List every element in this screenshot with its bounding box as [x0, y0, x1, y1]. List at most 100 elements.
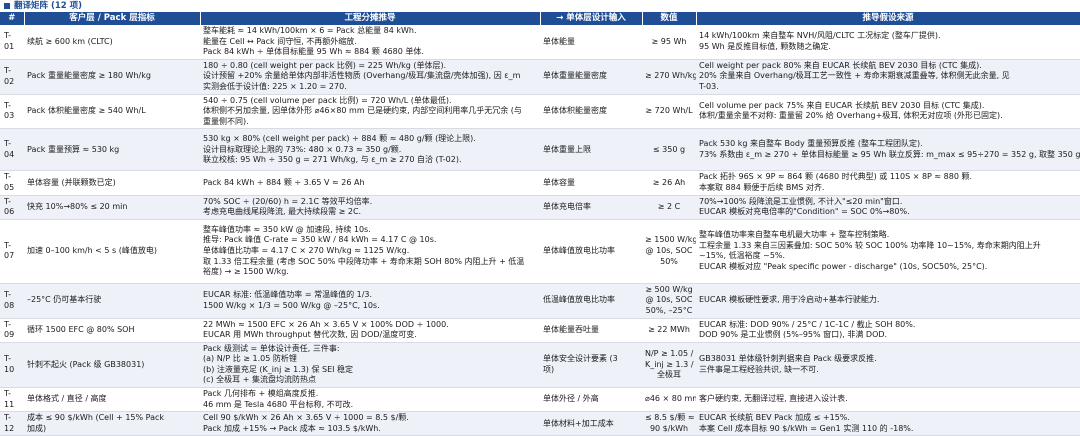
target-cell: 加速 0–100 km/h < 5 s (峰值放电): [24, 219, 200, 284]
derivation-cell: Pack 几何排布 + 模组高度反推. 46 mm 是 Tesla 4680 平台…: [200, 387, 540, 413]
row-id-cell: T-08: [0, 283, 24, 319]
derivation-cell-line: Pack 84 kWh ÷ 单体目标能量 95 Wh ≈ 884 颗 4680 …: [203, 47, 424, 57]
value-cell: N/P ≥ 1.05 /K_inj ≥ 1.3 /全极耳: [642, 342, 696, 389]
derivation-cell: 180 ÷ 0.80 (cell weight per pack 比例) = 2…: [200, 59, 540, 95]
target-cell-line: 成本 ≤ 90 $/kWh (Cell + 15% Pack: [27, 413, 165, 423]
derivation-cell-line: 联立校核: 95 Wh ÷ 350 g = 271 Wh/kg, 与 ε_m ≥…: [203, 155, 462, 165]
cell-input-cell-line: 项): [543, 364, 555, 374]
row-id-cell: T-05: [0, 170, 24, 196]
source-cell-line: EUCAR 模板硬性要求, 用于冷启动+基本行驶能力.: [699, 295, 880, 305]
derivation-cell-line: 重量侧不同).: [203, 116, 249, 126]
source-cell-line: 客户硬约束, 无翻译过程, 直接进入设计表.: [699, 394, 848, 404]
derivation-cell: Pack 级测试 = 单体设计责任, 三件事: (a) N/P 比 ≥ 1.05 …: [200, 342, 540, 389]
value-cell: ≥ 500 W/kg @ 10s, SOC 50%, –25°C: [642, 283, 696, 319]
derivation-cell-line: EUCAR 标准: 低温峰值功率 = 常温峰值的 1/3.: [203, 290, 373, 300]
source-cell-line: 70%→100% 段降流是工业惯例, 不计入"≤20 min"窗口.: [699, 196, 903, 206]
value-cell-line: ⌀46 × 80 mm: [645, 394, 696, 404]
translation-matrix-table: # 客户层 / Pack 层指标 工程分摊推导 → 单体层设计输入 数值 推导假…: [0, 12, 1080, 436]
value-cell-line: ≥ 95 Wh: [651, 36, 687, 46]
derivation-cell-line: Cell 90 $/kWh × 26 Ah × 3.65 V ÷ 1000 = …: [203, 413, 409, 423]
cell-input-cell: 单体重量上限: [540, 128, 642, 172]
derivation-cell-line: (b) 注液量充足 (K_inj ≥ 1.3) 保 SEI 稳定: [203, 364, 354, 374]
target-cell: 单体容量 (并联颗数已定): [24, 170, 200, 196]
cell-input-cell-line: 单体容量: [543, 177, 575, 187]
derivation-cell-line: EUCAR 用 MWh throughput 替代次数, 因 DOD/温度可变.: [203, 330, 417, 340]
value-cell-line: ≤ 8.5 $/颗 ≈: [645, 413, 695, 423]
derivation-cell-line: 整车能耗 ≈ 14 kWh/100km × 6 = Pack 总能量 84 kW…: [203, 26, 417, 35]
cell-input-cell-line: 单体能量: [543, 36, 575, 46]
target-cell: Pack 重量能量密度 ≥ 180 Wh/kg: [24, 59, 200, 95]
value-cell: ≥ 270 Wh/kg: [642, 59, 696, 95]
target-cell-line: 单体格式 / 直径 / 高度: [27, 394, 107, 404]
cell-input-cell: 单体能量吞吐量: [540, 318, 642, 343]
derivation-cell-line: 体积侧不另加余量, 因单体外形 ⌀46×80 mm 已是硬约束, 内部空间利用率…: [203, 106, 522, 116]
value-cell-line: ≥ 26 Ah: [652, 177, 686, 187]
value-cell: ≥ 720 Wh/L: [642, 94, 696, 130]
section-header: 翻译矩阵 (12 项): [0, 0, 1080, 12]
target-cell-line: Pack 重量能量密度 ≥ 180 Wh/kg: [27, 71, 151, 81]
cell-input-cell: 单体体积能量密度: [540, 94, 642, 130]
derivation-cell-line: (a) N/P 比 ≥ 1.05 防析锂: [203, 354, 297, 364]
value-cell-line: 50%, –25°C: [645, 305, 693, 315]
cell-input-cell: 单体外径 / 外高: [540, 387, 642, 413]
source-cell: EUCAR 标准: DOD 90% / 25°C / 1C-1C / 截止 SO…: [696, 318, 1080, 343]
target-cell-line: 续航 ≥ 600 km (CLTC): [27, 36, 113, 46]
value-cell-line: 全极耳: [657, 370, 681, 380]
source-cell: 70%→100% 段降流是工业惯例, 不计入"≤20 min"窗口. EUCAR …: [696, 195, 1080, 220]
value-cell-line: K_inj ≥ 1.3 /: [645, 359, 694, 369]
source-cell-line: Cell weight per pack 80% 来自 EUCAR 长续航 BE…: [699, 60, 982, 70]
derivation-cell-line: Pack 84 kWh ÷ 884 颗 ÷ 3.65 V ≈ 26 Ah: [203, 177, 365, 187]
derivation-cell-line: 取 1.33 倍工程余量 (考虑 SOC 50% 中段降功率 + 寿命末期 SO…: [203, 256, 525, 266]
derivation-cell-line: 46 mm 是 Tesla 4680 平台标称, 不可改.: [203, 399, 354, 409]
section-title: 翻译矩阵 (12 项): [14, 1, 83, 11]
row-id-cell: T-12: [0, 411, 24, 436]
source-cell-line: Pack 530 kg 来自整车 Body 重量预算反推 (整车工程团队定).: [699, 139, 923, 149]
source-cell: GB38031 单体级针刺判据来自 Pack 级要求反推. 三件事是工程经验共识,…: [696, 342, 1080, 389]
value-cell: ≥ 22 MWh: [642, 318, 696, 343]
target-cell-line: Pack 体积能量密度 ≥ 540 Wh/L: [27, 106, 146, 116]
cell-input-cell-line: 低温峰值放电比功率: [543, 295, 615, 305]
value-cell-line: ≥ 1500 W/kg: [645, 235, 696, 245]
cell-input-cell: 单体峰值放电比功率: [540, 219, 642, 284]
target-cell: 续航 ≥ 600 km (CLTC): [24, 25, 200, 60]
source-cell: Pack 530 kg 来自整车 Body 重量预算反推 (整车工程团队定). 7…: [696, 128, 1080, 172]
table-row: T-09 循环 1500 EFC @ 80% SOH 22 MWh ≈ 1500 E…: [0, 318, 1080, 343]
derivation-cell-line: 裕度) → ≥ 1500 W/kg.: [203, 267, 289, 277]
derivation-cell: 整车峰值功率 ≈ 350 kW @ 加速段, 持续 10s. 推导: Pack 峰…: [200, 219, 540, 284]
derivation-cell: 530 kg × 80% (cell weight per pack) ÷ 88…: [200, 128, 540, 172]
cell-input-cell-line: 单体重量上限: [543, 144, 591, 154]
source-cell-line: EUCAR 标准: DOD 90% / 25°C / 1C-1C / 截止 SO…: [699, 319, 916, 329]
target-cell: 单体格式 / 直径 / 高度: [24, 387, 200, 413]
target-cell: 快充 10%→80% ≤ 20 min: [24, 195, 200, 220]
source-cell-line: Cell volume per pack 75% 来自 EUCAR 长续航 BE…: [699, 100, 985, 110]
derivation-cell-line: (c) 全极耳 + 集流盘均流防热点: [203, 375, 316, 385]
derivation-cell-line: 530 kg × 80% (cell weight per pack) ÷ 88…: [203, 133, 476, 143]
value-cell-line: ≥ 270 Wh/kg: [645, 71, 696, 81]
cell-input-cell-line: 单体能量吞吐量: [543, 324, 599, 334]
source-cell-line: EUCAR 模板对应 "Peak specific power - discha…: [699, 261, 988, 271]
cell-input-cell: 单体容量: [540, 170, 642, 196]
value-cell-line: ≥ 720 Wh/L: [645, 106, 693, 116]
table-body: T-01 续航 ≥ 600 km (CLTC) 整车能耗 ≈ 14 kWh/100k…: [0, 25, 1080, 436]
derivation-cell-line: 能量在 Cell ↔ Pack 间守恒, 不再额外缩放.: [203, 36, 357, 46]
source-cell-line: DOD 90% 是工业惯例 (5%–95% 窗口), 非满 DOD.: [699, 330, 888, 340]
derivation-cell-line: 设计目标取理论上限的 73%: 480 × 0.73 ≈ 350 g/颗.: [203, 144, 402, 154]
value-cell: ≥ 2 C: [642, 195, 696, 220]
derivation-cell: 540 ÷ 0.75 (cell volume per pack 比例) = 7…: [200, 94, 540, 130]
derivation-cell-line: 推导: Pack 峰值 C-rate = 350 kW / 84 kWh = 4…: [203, 235, 437, 245]
source-cell-line: 三件事是工程经验共识, 缺一不可.: [699, 364, 819, 374]
header-id: #: [0, 12, 25, 25]
table-row: T-04 Pack 重量预算 ≈ 530 kg 530 kg × 80% (cell…: [0, 128, 1080, 172]
target-cell-line: 循环 1500 EFC @ 80% SOH: [27, 324, 135, 334]
row-id-cell: T-03: [0, 94, 24, 130]
derivation-cell: EUCAR 标准: 低温峰值功率 = 常温峰值的 1/3. 1500 W/kg ×…: [200, 283, 540, 319]
source-cell-line: 73% 系数由 ε_m ≥ 270 + 单体目标能量 ≥ 95 Wh 联立反算:…: [699, 149, 1080, 159]
value-cell: ≤ 350 g: [642, 128, 696, 172]
cell-input-cell: 单体重量能量密度: [540, 59, 642, 95]
cell-input-cell-line: 单体峰值放电比功率: [543, 245, 615, 255]
cell-input-cell: 单体能量: [540, 25, 642, 60]
value-cell-line: N/P ≥ 1.05 /: [645, 348, 694, 358]
table-header-row: # 客户层 / Pack 层指标 工程分摊推导 → 单体层设计输入 数值 推导假…: [0, 12, 1080, 25]
value-cell-line: @ 10s, SOC: [645, 245, 693, 255]
derivation-cell: Cell 90 $/kWh × 26 Ah × 3.65 V ÷ 1000 = …: [200, 411, 540, 436]
